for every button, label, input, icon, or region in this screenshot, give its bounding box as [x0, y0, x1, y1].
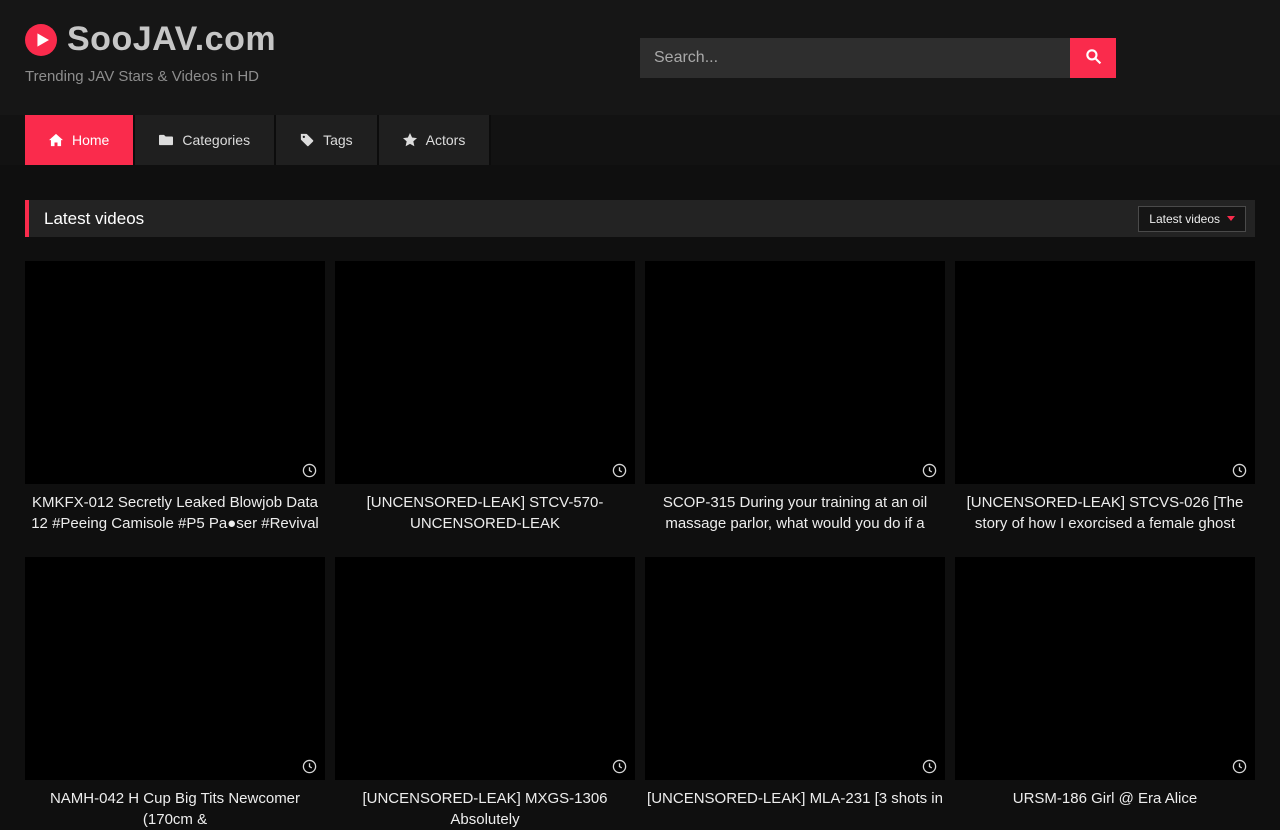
clock-icon [1232, 463, 1247, 478]
video-thumbnail[interactable] [955, 261, 1255, 484]
nav-item-label: Tags [323, 132, 353, 148]
nav-item-actors[interactable]: Actors [379, 115, 492, 165]
video-thumbnail[interactable] [335, 261, 635, 484]
nav-item-label: Actors [426, 132, 466, 148]
video-title[interactable]: NAMH-042 H Cup Big Tits Newcomer (170cm … [25, 789, 325, 830]
video-title[interactable]: [UNCENSORED-LEAK] MLA-231 [3 shots in [645, 789, 945, 810]
video-card[interactable]: [UNCENSORED-LEAK] STCV-570-UNCENSORED-LE… [335, 261, 635, 535]
video-title[interactable]: [UNCENSORED-LEAK] STCV-570-UNCENSORED-LE… [335, 493, 635, 534]
clock-icon [302, 759, 317, 774]
nav-item-home[interactable]: Home [25, 115, 135, 165]
nav-item-categories[interactable]: Categories [135, 115, 276, 165]
section-title: Latest videos [44, 209, 144, 229]
section-header: Latest videos Latest videos [25, 200, 1255, 237]
video-card[interactable]: SCOP-315 During your training at an oil … [645, 261, 945, 535]
video-thumbnail[interactable] [645, 261, 945, 484]
clock-icon [922, 463, 937, 478]
site-header: SooJAV.com Trending JAV Stars & Videos i… [0, 0, 1280, 115]
video-title[interactable]: URSM-186 Girl @ Era Alice [955, 789, 1255, 810]
video-grid: KMKFX-012 Secretly Leaked Blowjob Data 1… [25, 261, 1255, 830]
tag-icon [300, 133, 314, 147]
search-icon [1085, 48, 1102, 68]
site-logo[interactable]: SooJAV.com [25, 20, 276, 59]
video-card[interactable]: KMKFX-012 Secretly Leaked Blowjob Data 1… [25, 261, 325, 535]
video-card[interactable]: URSM-186 Girl @ Era Alice [955, 557, 1255, 830]
video-title[interactable]: [UNCENSORED-LEAK] STCVS-026 [The story o… [955, 493, 1255, 535]
video-card[interactable]: NAMH-042 H Cup Big Tits Newcomer (170cm … [25, 557, 325, 830]
video-title[interactable]: SCOP-315 During your training at an oil … [645, 493, 945, 535]
video-thumbnail[interactable] [955, 557, 1255, 780]
video-card[interactable]: [UNCENSORED-LEAK] MXGS-1306 Absolutely [335, 557, 635, 830]
search-button[interactable] [1070, 38, 1116, 78]
search-box [640, 38, 1116, 78]
clock-icon [612, 759, 627, 774]
folder-icon [159, 133, 173, 147]
star-icon [403, 133, 417, 147]
home-icon [49, 133, 63, 147]
logo-block: SooJAV.com Trending JAV Stars & Videos i… [25, 20, 276, 85]
main-nav: Home Categories Tags Actors [0, 115, 1280, 165]
video-card[interactable]: [UNCENSORED-LEAK] MLA-231 [3 shots in [645, 557, 945, 830]
video-thumbnail[interactable] [25, 557, 325, 780]
nav-item-label: Categories [182, 132, 250, 148]
nav-item-tags[interactable]: Tags [276, 115, 379, 165]
clock-icon [612, 463, 627, 478]
video-title[interactable]: KMKFX-012 Secretly Leaked Blowjob Data 1… [25, 493, 325, 535]
sort-dropdown-label: Latest videos [1149, 212, 1220, 226]
video-thumbnail[interactable] [645, 557, 945, 780]
search-input[interactable] [640, 38, 1070, 78]
nav-item-label: Home [72, 132, 109, 148]
main-content: Latest videos Latest videos KMKFX-012 Se… [0, 165, 1280, 830]
video-card[interactable]: [UNCENSORED-LEAK] STCVS-026 [The story o… [955, 261, 1255, 535]
play-icon [25, 24, 57, 56]
sort-dropdown[interactable]: Latest videos [1138, 206, 1246, 232]
video-title[interactable]: [UNCENSORED-LEAK] MXGS-1306 Absolutely [335, 789, 635, 830]
clock-icon [922, 759, 937, 774]
caret-down-icon [1227, 216, 1235, 221]
video-thumbnail[interactable] [335, 557, 635, 780]
clock-icon [1232, 759, 1247, 774]
video-thumbnail[interactable] [25, 261, 325, 484]
site-tagline: Trending JAV Stars & Videos in HD [25, 68, 276, 85]
clock-icon [302, 463, 317, 478]
site-title: SooJAV.com [67, 20, 276, 59]
